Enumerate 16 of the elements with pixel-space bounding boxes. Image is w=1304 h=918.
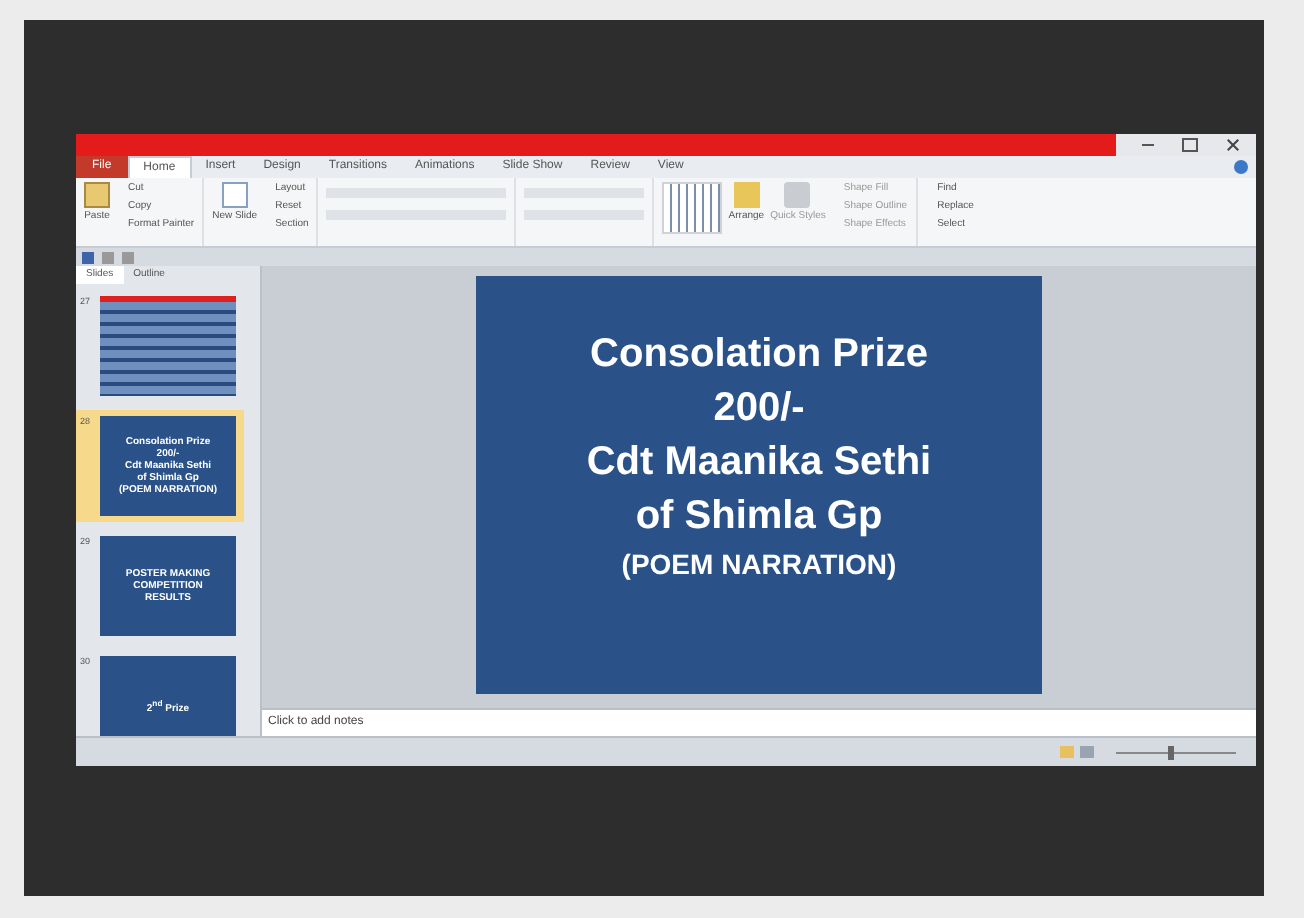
zoom-slider[interactable]: [1168, 745, 1174, 759]
slide-text: (POEM NARRATION): [621, 545, 897, 583]
close-icon[interactable]: [1226, 138, 1240, 152]
save-icon[interactable]: [82, 251, 94, 263]
clipboard-icon: [84, 182, 110, 208]
table-slide-thumbnail[interactable]: [100, 296, 236, 396]
slide-text: of Shimla Gp: [635, 491, 883, 541]
arrange-icon: [733, 182, 760, 208]
slide-text: 200/-: [713, 383, 805, 433]
help-icon[interactable]: [1234, 160, 1248, 174]
undo-icon[interactable]: [102, 251, 114, 263]
shapes-gallery[interactable]: [662, 182, 723, 234]
redo-icon[interactable]: [122, 251, 134, 263]
slide-text: Consolation Prize: [590, 329, 928, 379]
slide-text: Cdt Maanika Sethi: [586, 437, 932, 487]
maximize-icon[interactable]: [1182, 138, 1198, 152]
